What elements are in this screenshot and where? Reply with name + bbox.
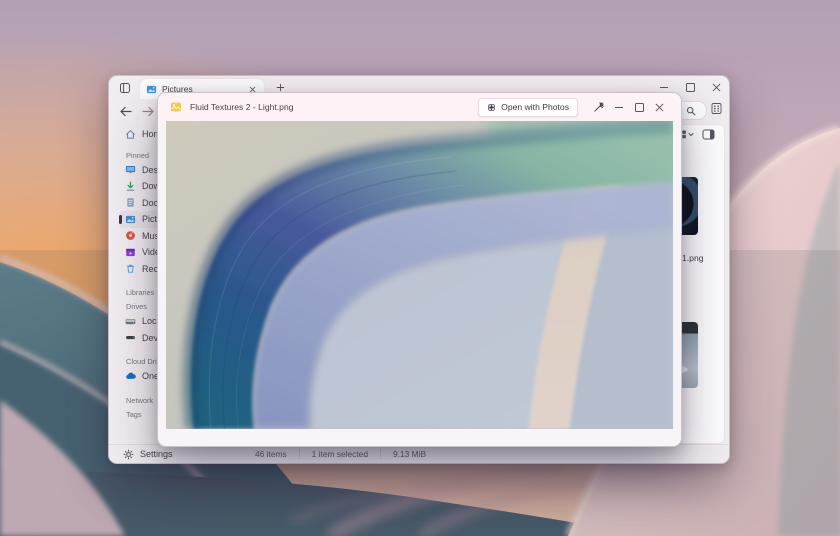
videos-icon xyxy=(125,247,136,258)
downloads-icon xyxy=(125,181,136,192)
close-icon xyxy=(655,103,664,112)
onedrive-icon xyxy=(125,371,136,382)
preview-pane-button[interactable] xyxy=(702,129,715,140)
view-options-row xyxy=(677,129,715,140)
desktop-icon xyxy=(125,164,136,175)
search-icon xyxy=(686,106,696,116)
plus-icon xyxy=(276,83,285,92)
open-with-photos-button[interactable]: Open with Photos xyxy=(478,98,578,117)
documents-icon xyxy=(125,197,136,208)
music-icon xyxy=(125,230,136,241)
pictures-folder-icon xyxy=(146,84,157,95)
status-selected-count: 1 item selected xyxy=(299,449,368,459)
image-preview xyxy=(166,121,673,429)
gear-icon xyxy=(123,449,134,460)
settings-label: Settings xyxy=(140,449,173,459)
preview-title: Fluid Textures 2 - Light.png xyxy=(190,102,294,112)
pin-icon xyxy=(593,101,605,113)
pictures-icon xyxy=(125,214,136,225)
dev-drive-icon xyxy=(125,332,136,343)
vertical-tabs-icon xyxy=(119,82,131,94)
home-icon xyxy=(125,129,136,140)
status-selected-size: 9.13 MiB xyxy=(380,449,426,459)
preview-minimize-button[interactable] xyxy=(609,97,629,117)
window-maximize-button[interactable] xyxy=(677,76,703,98)
photos-icon xyxy=(487,103,496,112)
navigation-toolbar xyxy=(119,101,155,121)
drive-icon xyxy=(125,316,136,327)
forward-arrow-icon xyxy=(142,106,155,117)
preview-title-bar: Fluid Textures 2 - Light.png Open with P… xyxy=(158,93,681,121)
window-close-button[interactable] xyxy=(703,76,729,98)
pin-button[interactable] xyxy=(589,97,609,117)
open-with-photos-label: Open with Photos xyxy=(501,102,569,112)
keypad-icon xyxy=(710,102,723,115)
preview-pane-icon xyxy=(702,129,715,140)
tab-list-button[interactable] xyxy=(117,80,133,96)
recycle-bin-icon xyxy=(125,263,136,274)
back-button[interactable] xyxy=(119,106,132,117)
back-arrow-icon xyxy=(119,106,132,117)
forward-button[interactable] xyxy=(142,106,155,117)
status-items-count: 46 items xyxy=(255,449,287,459)
preview-maximize-button[interactable] xyxy=(629,97,649,117)
image-file-icon xyxy=(170,101,182,113)
close-icon xyxy=(712,83,721,92)
file-name-label: 1.png xyxy=(682,253,704,263)
image-preview-window: Fluid Textures 2 - Light.png Open with P… xyxy=(157,92,682,447)
preview-close-button[interactable] xyxy=(649,97,669,117)
preview-bottom-bar xyxy=(158,429,681,446)
settings-button[interactable]: Settings xyxy=(119,447,177,462)
keypad-button[interactable] xyxy=(709,102,724,117)
